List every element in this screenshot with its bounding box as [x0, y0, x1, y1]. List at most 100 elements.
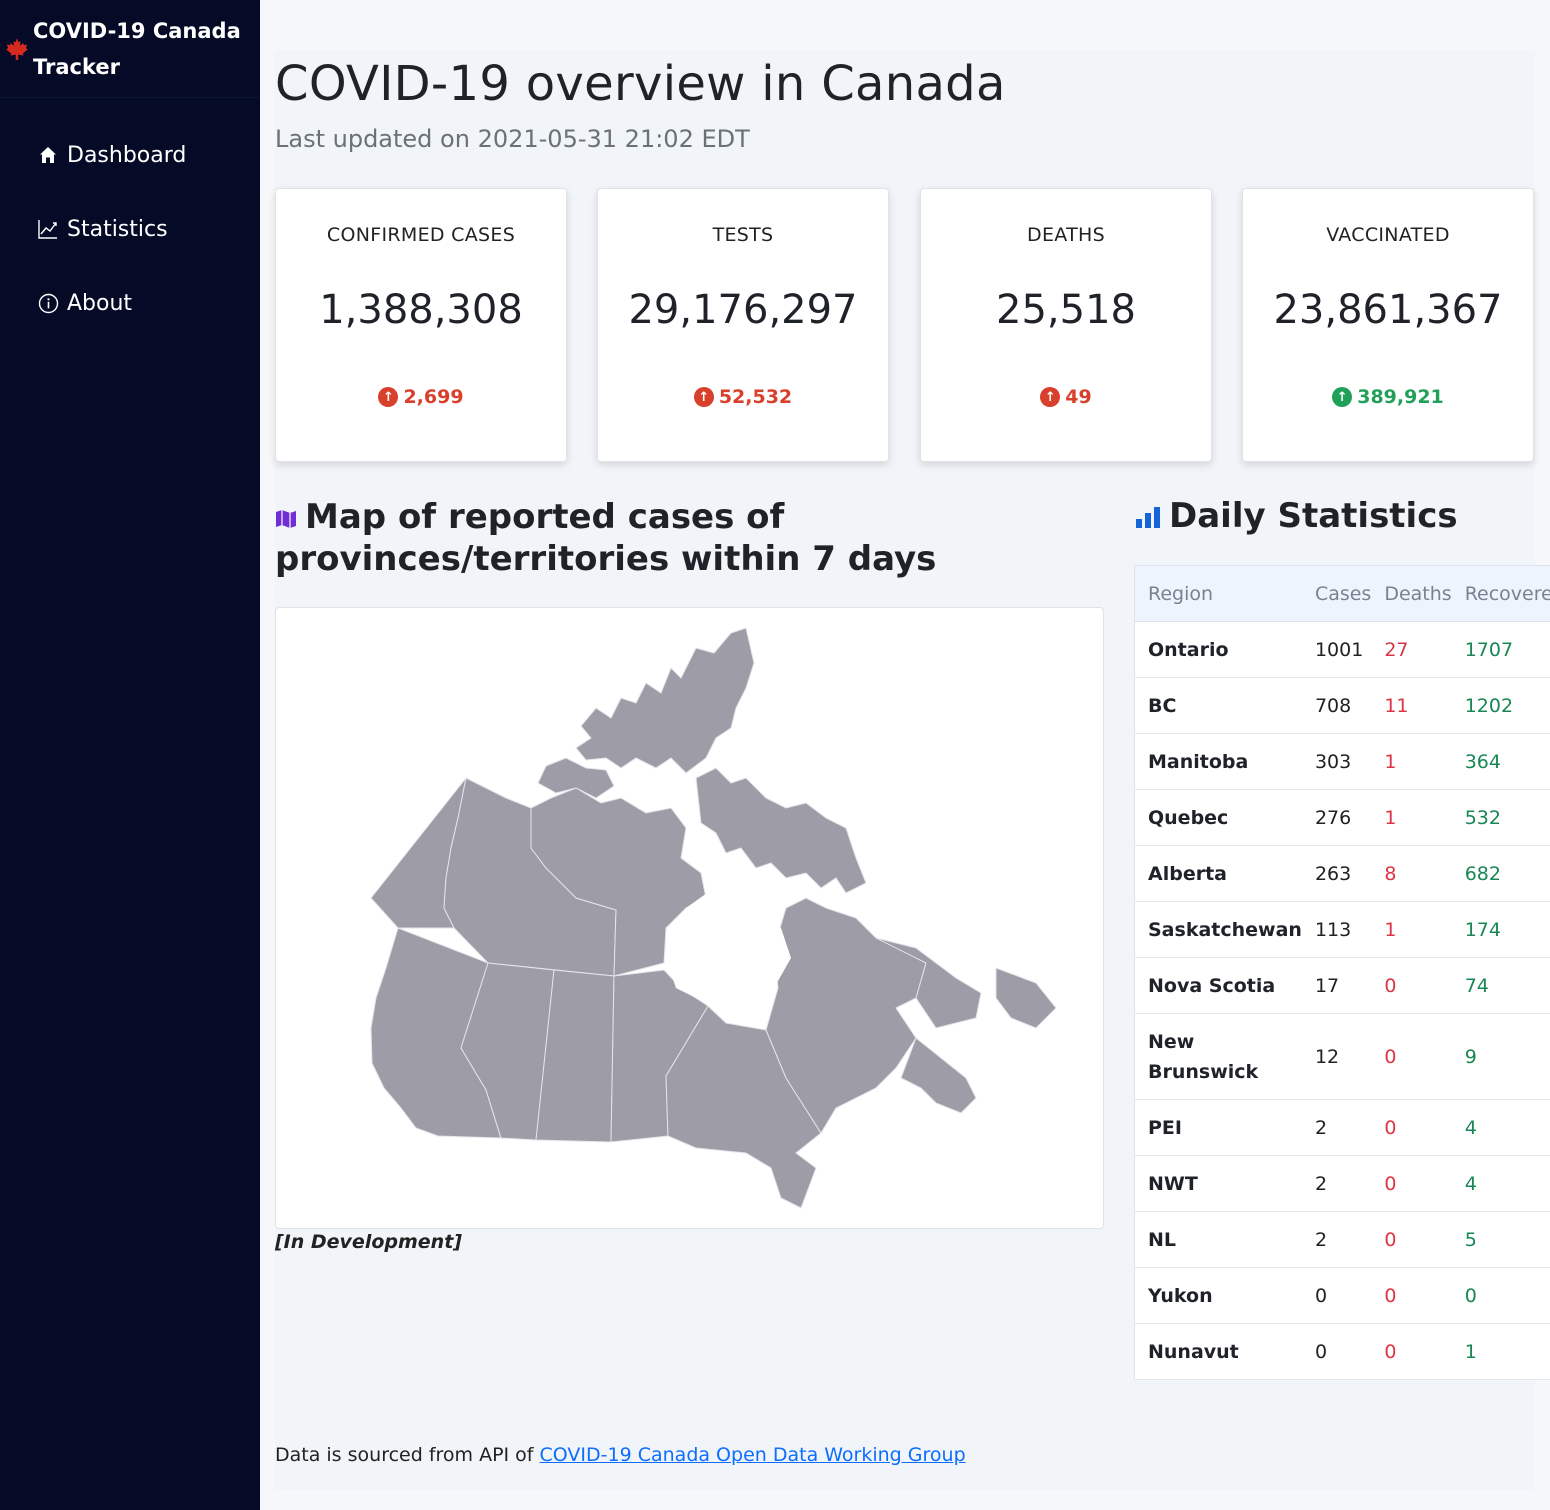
sidebar-item-label: Statistics [67, 216, 168, 242]
card-confirmed-cases: CONFIRMED CASES 1,388,308 ↑ 2,699 [275, 188, 567, 462]
cell-cases: 12 [1301, 1013, 1372, 1100]
cell-region: Ontario [1134, 621, 1302, 678]
sidebar-item-statistics[interactable]: Statistics [0, 192, 260, 266]
map-region-arctic-islands [575, 627, 755, 774]
card-delta: ↑ 49 [921, 386, 1211, 408]
table-row: PEI 2 0 4 [1134, 1099, 1550, 1156]
card-label: CONFIRMED CASES [326, 224, 516, 246]
cell-deaths: 0 [1371, 1211, 1452, 1268]
card-value: 23,861,367 [1273, 287, 1503, 333]
brand-title-line1: COVID-19 Canada [33, 18, 241, 43]
table-row: BC 708 11 1202 [1134, 677, 1550, 734]
cell-region: Yukon [1134, 1267, 1302, 1324]
table-row: Yukon 0 0 0 [1134, 1267, 1550, 1324]
table-row: New Brunswick 12 0 9 [1134, 1013, 1550, 1100]
table-row: Quebec 276 1 532 [1134, 789, 1550, 846]
card-delta: ↑ 389,921 [1243, 386, 1533, 408]
cell-recovered: 1707 [1451, 621, 1550, 678]
arrow-up-circle-icon: ↑ [1332, 387, 1353, 407]
col-header-recovered[interactable]: Recovered [1451, 565, 1550, 622]
cell-deaths: 0 [1371, 1267, 1452, 1324]
card-delta-value: 52,532 [718, 386, 793, 408]
card-vaccinated: VACCINATED 23,861,367 ↑ 389,921 [1242, 188, 1534, 462]
data-source-link[interactable]: COVID-19 Canada Open Data Working Group [540, 1444, 966, 1466]
cell-recovered: 9 [1451, 1013, 1550, 1100]
col-header-deaths[interactable]: Deaths [1371, 565, 1452, 622]
cell-deaths: 0 [1371, 1013, 1452, 1100]
map-region-newfoundland [995, 967, 1057, 1029]
canada-map-svg [370, 627, 1057, 1209]
summary-cards: CONFIRMED CASES 1,388,308 ↑ 2,699 TESTS … [275, 188, 1535, 464]
cell-cases: 2 [1301, 1099, 1372, 1156]
cell-region: Nunavut [1134, 1323, 1302, 1380]
cell-cases: 276 [1301, 789, 1372, 846]
cell-recovered: 1 [1451, 1323, 1550, 1380]
cell-deaths: 0 [1371, 1323, 1452, 1380]
last-updated: Last updated on 2021-05-31 21:02 EDT [275, 125, 750, 153]
cell-deaths: 1 [1371, 901, 1452, 958]
cell-cases: 708 [1301, 677, 1372, 734]
card-label: VACCINATED [1326, 224, 1450, 246]
cell-region: Saskatchewan [1134, 901, 1302, 958]
maple-leaf-icon [6, 37, 28, 60]
bar-chart-icon [1136, 507, 1160, 528]
card-delta: ↑ 2,699 [276, 386, 566, 408]
cell-region: Manitoba [1134, 733, 1302, 790]
card-tests: TESTS 29,176,297 ↑ 52,532 [597, 188, 889, 462]
col-header-region[interactable]: Region [1134, 565, 1302, 622]
sidebar-item-label: Dashboard [67, 142, 187, 168]
brand-title-line2: Tracker [33, 54, 120, 79]
table-row: Saskatchewan 113 1 174 [1134, 901, 1550, 958]
sidebar-item-dashboard[interactable]: Dashboard [0, 118, 260, 192]
sidebar: COVID-19 Canada Tracker Dashboard Statis… [0, 0, 260, 1510]
info-icon [37, 292, 59, 314]
cell-region: BC [1134, 677, 1302, 734]
table-row: Alberta 263 8 682 [1134, 845, 1550, 902]
table-row: Manitoba 303 1 364 [1134, 733, 1550, 790]
sidebar-nav: Dashboard Statistics About [0, 118, 260, 340]
map-region-baffin [695, 767, 867, 894]
brand[interactable]: COVID-19 Canada Tracker [0, 0, 260, 98]
cell-cases: 2 [1301, 1211, 1372, 1268]
cell-region: PEI [1134, 1099, 1302, 1156]
card-value: 25,518 [996, 287, 1136, 333]
table-row: Nova Scotia 17 0 74 [1134, 957, 1550, 1014]
card-delta: ↑ 52,532 [598, 386, 888, 408]
footer: Data is sourced from API of COVID-19 Can… [275, 1444, 966, 1466]
sidebar-item-about[interactable]: About [0, 266, 260, 340]
cell-deaths: 8 [1371, 845, 1452, 902]
brand-title: COVID-19 Canada Tracker [33, 13, 248, 85]
home-icon [37, 144, 59, 166]
card-label: TESTS [712, 224, 774, 246]
arrow-up-circle-icon: ↑ [1040, 387, 1061, 407]
daily-stats-table: Region Cases Deaths Recovered Ontario100… [1134, 565, 1550, 1380]
canada-map[interactable] [275, 607, 1104, 1229]
card-value: 29,176,297 [628, 287, 858, 333]
cell-cases: 0 [1301, 1323, 1372, 1380]
cell-deaths: 0 [1371, 957, 1452, 1014]
sidebar-item-label: About [67, 290, 133, 316]
cell-cases: 303 [1301, 733, 1372, 790]
table-row: Ontario 1001 27 1707 [1134, 621, 1550, 678]
card-label: DEATHS [1027, 224, 1105, 246]
col-header-cases[interactable]: Cases [1301, 565, 1372, 622]
cell-region: New Brunswick [1134, 1013, 1302, 1100]
map-heading-text: Map of reported cases of provinces/terri… [275, 497, 937, 579]
cell-deaths: 11 [1371, 677, 1452, 734]
cell-recovered: 364 [1451, 733, 1550, 790]
table-row: NWT 2 0 4 [1134, 1155, 1550, 1212]
cell-recovered: 0 [1451, 1267, 1550, 1324]
card-delta-value: 49 [1065, 386, 1092, 408]
map-heading: Map of reported cases of provinces/terri… [275, 496, 1075, 580]
cell-deaths: 27 [1371, 621, 1452, 678]
cell-deaths: 0 [1371, 1099, 1452, 1156]
table-row: NL 2 0 5 [1134, 1211, 1550, 1268]
page-title: COVID-19 overview in Canada [275, 56, 1006, 112]
cell-recovered: 5 [1451, 1211, 1550, 1268]
card-deaths: DEATHS 25,518 ↑ 49 [920, 188, 1212, 462]
cell-recovered: 174 [1451, 901, 1550, 958]
cell-region: Nova Scotia [1134, 957, 1302, 1014]
map-region-maritimes [900, 1037, 977, 1114]
card-delta-value: 389,921 [1357, 386, 1444, 408]
cell-region: NWT [1134, 1155, 1302, 1212]
